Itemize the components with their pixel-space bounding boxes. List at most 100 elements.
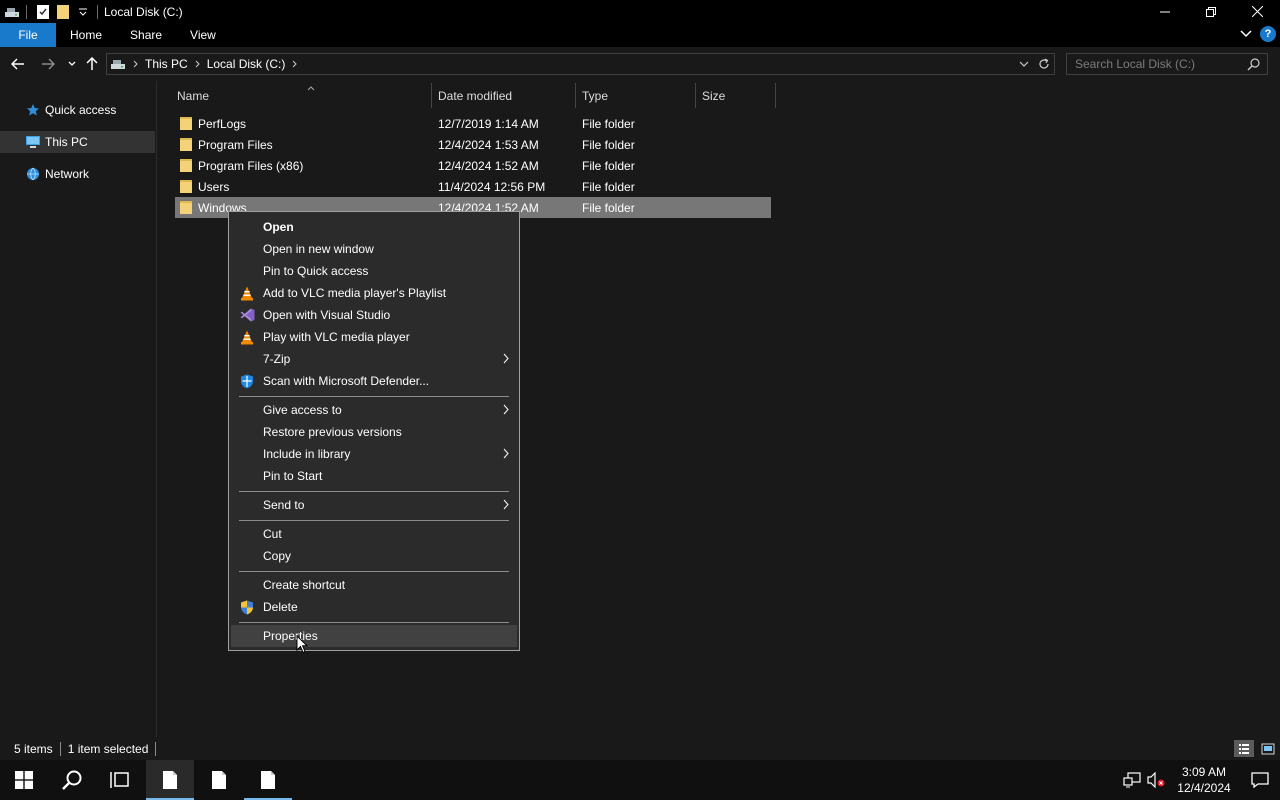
menu-item-open-in-new-window[interactable]: Open in new window [231, 238, 517, 260]
search-icon[interactable] [1247, 57, 1261, 74]
menu-item-open-with-visual-studio[interactable]: Open with Visual Studio [231, 304, 517, 326]
folder-icon [179, 200, 193, 218]
folder-icon [179, 116, 193, 134]
taskbar-app-document[interactable] [244, 760, 292, 800]
menu-separator [239, 520, 509, 521]
breadcrumb-chevron-icon[interactable] [195, 60, 200, 68]
menu-item-properties[interactable]: Properties [231, 625, 517, 647]
breadcrumb-chevron-icon[interactable] [133, 60, 138, 68]
taskbar-app-document[interactable] [195, 760, 243, 800]
help-icon[interactable]: ? [1260, 26, 1276, 42]
file-type: File folder [582, 200, 635, 215]
network-icon [24, 166, 42, 182]
menu-item-add-to-vlc-playlist[interactable]: Add to VLC media player's Playlist [231, 282, 517, 304]
nav-item-this-pc[interactable]: This PC [0, 131, 155, 153]
details-view-icon[interactable] [1234, 740, 1254, 757]
menu-item-open[interactable]: Open [231, 216, 517, 238]
menu-item-include-in-library[interactable]: Include in library [231, 443, 517, 465]
recent-locations-chevron-icon[interactable] [61, 53, 83, 75]
menu-item-pin-to-quick-access[interactable]: Pin to Quick access [231, 260, 517, 282]
menu-item-cut[interactable]: Cut [231, 523, 517, 545]
minimize-button[interactable] [1142, 0, 1188, 23]
taskbar-app-file-explorer[interactable] [146, 760, 194, 800]
column-header-name[interactable]: Name [170, 83, 431, 108]
tab-file[interactable]: File [0, 23, 56, 47]
large-icons-view-icon[interactable] [1258, 740, 1278, 757]
menu-item-give-access-to[interactable]: Give access to [231, 399, 517, 421]
menu-item-scan-with-defender[interactable]: Scan with Microsoft Defender... [231, 370, 517, 392]
menu-item-restore-previous-versions[interactable]: Restore previous versions [231, 421, 517, 443]
window-controls [1142, 0, 1280, 23]
address-bar[interactable]: This PC Local Disk (C:) [106, 53, 1055, 75]
breadcrumb-chevron-icon[interactable] [292, 60, 298, 68]
task-view-icon[interactable] [96, 760, 144, 800]
properties-icon[interactable] [33, 2, 53, 22]
nav-item-quick-access[interactable]: Quick access [0, 99, 155, 121]
file-type: File folder [582, 137, 635, 152]
refresh-icon[interactable] [1034, 58, 1054, 70]
column-header-type[interactable]: Type [575, 83, 695, 108]
file-date: 12/4/2024 1:52 AM [438, 158, 539, 173]
action-center-icon[interactable] [1240, 772, 1280, 788]
search-input[interactable] [1075, 57, 1245, 71]
clock-time: 3:09 AM [1181, 765, 1227, 779]
menu-item-pin-to-start[interactable]: Pin to Start [231, 465, 517, 487]
menu-item-create-shortcut[interactable]: Create shortcut [231, 574, 517, 596]
expand-ribbon-chevron-icon[interactable] [1240, 27, 1252, 41]
clock-date: 12/4/2024 [1177, 781, 1231, 795]
vlc-icon [239, 329, 255, 345]
new-folder-icon[interactable] [53, 2, 73, 22]
menu-separator [239, 571, 509, 572]
file-date: 12/7/2019 1:14 AM [438, 116, 539, 131]
status-divider [155, 741, 157, 756]
system-tray: 3:09 AM 12/4/2024 [1120, 760, 1280, 800]
status-bar: 5 items 1 item selected [0, 737, 1280, 760]
search-box[interactable] [1066, 53, 1268, 75]
window-title: Local Disk (C:) [104, 4, 183, 19]
network-status-icon[interactable] [1120, 772, 1144, 788]
table-row[interactable]: Program Files (x86) 12/4/2024 1:52 AM Fi… [175, 155, 771, 176]
tab-share[interactable]: Share [116, 23, 176, 47]
clock[interactable]: 3:09 AM 12/4/2024 [1168, 764, 1240, 796]
menu-separator [239, 622, 509, 623]
up-button[interactable] [81, 53, 103, 75]
quick-access-toolbar [0, 0, 104, 23]
start-button[interactable] [0, 760, 48, 800]
close-button[interactable] [1234, 0, 1280, 23]
breadcrumb-local-disk[interactable]: Local Disk (C:) [207, 57, 286, 71]
menu-item-delete[interactable]: Delete [231, 596, 517, 618]
mouse-cursor-icon [296, 634, 309, 657]
drive-icon [110, 57, 126, 71]
nav-item-network[interactable]: Network [0, 163, 155, 185]
nav-item-label: Quick access [45, 103, 117, 117]
menu-separator [239, 491, 509, 492]
table-row[interactable]: Users 11/4/2024 12:56 PM File folder [175, 176, 771, 197]
menu-item-play-with-vlc[interactable]: Play with VLC media player [231, 326, 517, 348]
back-button[interactable] [7, 53, 29, 75]
customize-toolbar-chevron-icon[interactable] [73, 2, 93, 22]
forward-button[interactable] [37, 53, 59, 75]
nav-item-label: This PC [45, 135, 88, 149]
ribbon-right-controls: ? [1240, 26, 1276, 42]
breadcrumb-this-pc[interactable]: This PC [145, 57, 188, 71]
file-name: Users [198, 179, 230, 194]
table-row[interactable]: PerfLogs 12/7/2019 1:14 AM File folder [175, 113, 771, 134]
menu-item-7zip[interactable]: 7-Zip [231, 348, 517, 370]
column-header-size[interactable]: Size [695, 83, 775, 108]
menu-item-copy[interactable]: Copy [231, 545, 517, 567]
restore-button[interactable] [1188, 0, 1234, 23]
tab-view[interactable]: View [176, 23, 230, 47]
tab-home[interactable]: Home [56, 23, 116, 47]
sort-ascending-icon [307, 80, 315, 94]
volume-muted-icon[interactable] [1144, 772, 1168, 788]
search-icon[interactable] [48, 760, 96, 800]
drive-icon [2, 2, 22, 22]
folder-icon [179, 158, 193, 176]
table-row[interactable]: Program Files 12/4/2024 1:53 AM File fol… [175, 134, 771, 155]
menu-item-send-to[interactable]: Send to [231, 494, 517, 516]
column-divider[interactable] [775, 83, 776, 108]
column-header-date-modified[interactable]: Date modified [431, 83, 575, 108]
address-history-chevron-icon[interactable] [1014, 61, 1034, 67]
title-bar: Local Disk (C:) [0, 0, 1280, 23]
status-divider [59, 741, 61, 756]
